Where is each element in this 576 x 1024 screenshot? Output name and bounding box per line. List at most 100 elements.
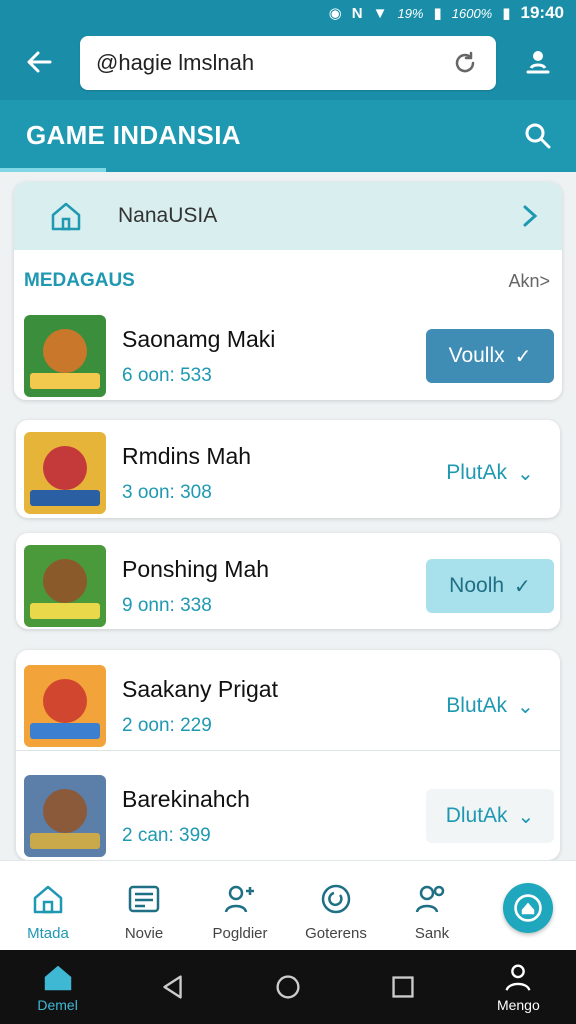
nav-label: Novie: [124, 925, 164, 942]
back-button[interactable]: [22, 44, 58, 80]
clock: 19:40: [520, 3, 564, 22]
circle-icon: ◉: [328, 5, 342, 22]
game-action-button[interactable]: PlutAk ⌄: [426, 446, 554, 500]
status-bar: ◉ N ▼ 19% ▮ 1600% ▮ 19:40: [0, 0, 576, 26]
game-row[interactable]: Barekinahch 2 can: 399 DlutAk ⌄: [24, 770, 554, 862]
square-recents-icon: [392, 976, 414, 998]
game-art-icon: [24, 432, 106, 514]
game-art-icon: [24, 545, 106, 627]
game-thumbnail: [24, 665, 106, 747]
recents-nav-button[interactable]: [363, 970, 443, 1004]
game-row[interactable]: Rmdins Mah 3 oon: 308 PlutAk ⌄: [24, 427, 554, 519]
game-meta: 3 oon: 308: [122, 481, 212, 503]
game-thumbnail: [24, 315, 106, 397]
chevron-down-icon: ⌄: [517, 805, 535, 828]
system-nav: Demel Mengo: [0, 950, 576, 1024]
account-icon[interactable]: [520, 44, 556, 80]
carrier-icon: N: [351, 4, 363, 22]
arrow-left-icon: [27, 51, 52, 73]
game-row[interactable]: Saonamg Maki 6 oon: 533 Voullx ✓: [24, 310, 554, 402]
game-meta: 2 can: 399: [122, 824, 211, 846]
nav-item-fab[interactable]: [480, 861, 576, 950]
nav-label: Goterens: [305, 925, 367, 942]
game-action-button[interactable]: DlutAk ⌄: [426, 789, 554, 843]
game-title: Saakany Prigat: [122, 675, 278, 702]
refresh-icon[interactable]: [450, 48, 480, 78]
nav-label: Sank: [414, 925, 450, 942]
address-bar[interactable]: @hagie lmslnah: [80, 36, 496, 90]
battery-icon: ▮: [502, 5, 511, 22]
wifi-icon: ▼: [372, 4, 388, 22]
system-home-button[interactable]: Demel: [18, 961, 98, 1013]
title-bar: GAME INDANSIA: [0, 100, 576, 172]
check-icon: ✓: [514, 575, 531, 598]
game-thumbnail: [24, 775, 106, 857]
game-thumbnail: [24, 545, 106, 627]
page-title: GAME INDANSIA: [26, 120, 241, 150]
nav-item-goterens[interactable]: Goterens: [288, 861, 384, 950]
game-thumbnail: [24, 432, 106, 514]
user-icon: [505, 964, 531, 991]
signal-text: 1600%: [451, 5, 493, 21]
section-title: MEDAGAUS: [24, 270, 135, 291]
game-title: Barekinahch: [122, 785, 250, 812]
game-title: Saonamg Maki: [122, 325, 276, 352]
game-action-button[interactable]: BlutAk ⌄: [426, 679, 554, 733]
tab-indicator: [0, 168, 106, 172]
game-info: Rmdins Mah 3 oon: 308: [122, 443, 426, 504]
people-icon: [415, 885, 445, 913]
breadcrumb-label: NanaUSIA: [118, 204, 218, 227]
nav-item-mtada[interactable]: Mtada: [0, 861, 96, 950]
battery-percent: 19%: [397, 5, 424, 21]
nav-item-sank[interactable]: Sank: [384, 861, 480, 950]
bottom-nav: Mtada Novie Pogldier Goterens Sank: [0, 860, 576, 950]
home-nav-button[interactable]: [248, 970, 328, 1004]
action-label: BlutAk: [446, 694, 507, 717]
signal-icon: ▮: [433, 5, 442, 22]
more-link[interactable]: Akn>: [508, 271, 550, 292]
game-art-icon: [24, 665, 106, 747]
chevron-down-icon: ⌄: [516, 695, 534, 718]
back-nav-button[interactable]: [133, 970, 213, 1004]
game-row[interactable]: Saakany Prigat 2 oon: 229 BlutAk ⌄: [24, 660, 554, 752]
breadcrumb[interactable]: NanaUSIA: [14, 182, 562, 250]
game-action-button[interactable]: Voullx ✓: [426, 329, 554, 383]
search-icon[interactable]: [522, 120, 554, 152]
fab-button[interactable]: [503, 883, 553, 933]
nav-label: Mtada: [27, 925, 69, 942]
system-home-label: Demel: [37, 997, 78, 1013]
game-info: Barekinahch 2 can: 399: [122, 786, 426, 847]
game-meta: 9 onn: 338: [122, 594, 212, 616]
action-label: Voullx: [448, 344, 505, 367]
game-action-button[interactable]: Noolh ✓: [426, 559, 554, 613]
game-info: Saakany Prigat 2 oon: 229: [122, 676, 426, 737]
home-filled-icon: [44, 965, 71, 991]
action-label: PlutAk: [446, 461, 507, 484]
person-add-icon: [224, 885, 254, 913]
game-row[interactable]: Ponshing Mah 9 onn: 338 Noolh ✓: [24, 540, 554, 632]
shield-icon: [514, 894, 542, 922]
chevron-down-icon: ⌄: [516, 462, 534, 485]
section-header: MEDAGAUS Akn>: [14, 250, 562, 292]
chevron-right-icon: [523, 205, 538, 227]
action-label: DlutAk: [445, 804, 508, 827]
nav-item-novie[interactable]: Novie: [96, 861, 192, 950]
game-info: Ponshing Mah 9 onn: 338: [122, 556, 426, 617]
list-icon: [128, 885, 160, 913]
game-meta: 6 oon: 533: [122, 364, 212, 386]
game-art-icon: [24, 775, 106, 857]
game-art-icon: [24, 315, 106, 397]
game-info: Saonamg Maki 6 oon: 533: [122, 326, 426, 387]
game-meta: 2 oon: 229: [122, 714, 212, 736]
action-label: Noolh: [449, 574, 505, 597]
home-outline-icon: [51, 202, 81, 231]
nav-label: Pogldier: [212, 925, 268, 942]
circle-home-icon: [276, 975, 300, 999]
circle-arrow-icon: [321, 884, 351, 914]
address-input[interactable]: @hagie lmslnah: [96, 50, 450, 76]
game-title: Rmdins Mah: [122, 442, 252, 469]
game-title: Ponshing Mah: [122, 555, 270, 582]
system-profile-button[interactable]: Mengo: [478, 961, 558, 1013]
nav-item-pogldier[interactable]: Pogldier: [192, 861, 288, 950]
check-icon: ✓: [514, 345, 532, 368]
